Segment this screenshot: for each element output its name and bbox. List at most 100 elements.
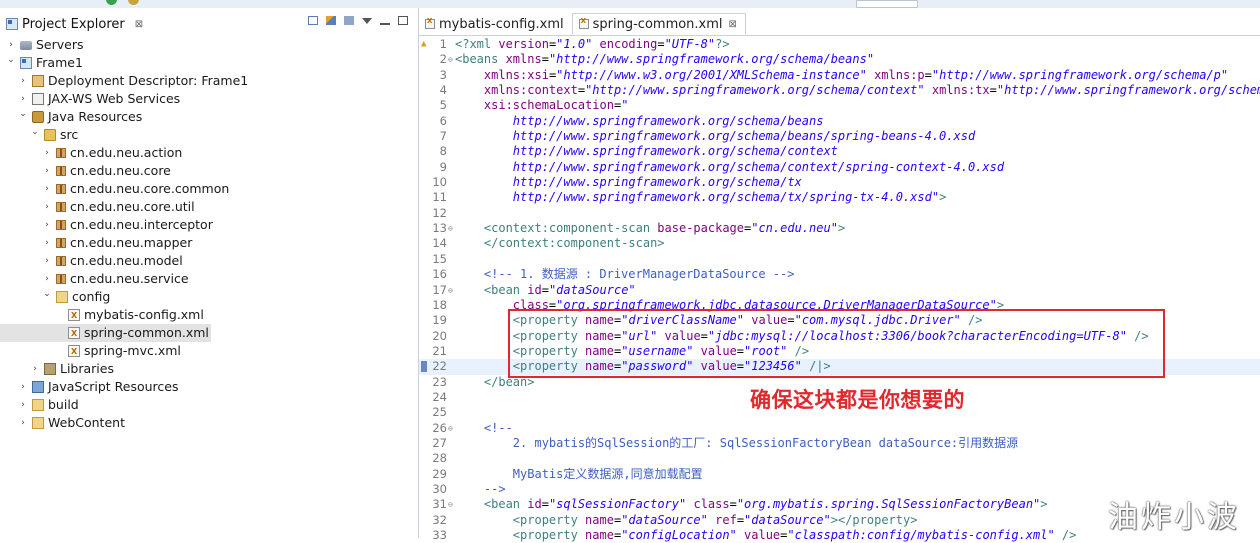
collapsed-twisty-icon[interactable]: › (42, 198, 52, 216)
expanded-twisty-icon[interactable]: ⌄ (18, 105, 28, 123)
tree-item[interactable]: › WebContent (0, 414, 418, 432)
view-menu-icon[interactable] (362, 18, 372, 24)
link-with-editor-icon[interactable] (326, 16, 336, 25)
expanded-twisty-icon[interactable]: ⌄ (6, 51, 16, 69)
expanded-twisty-icon[interactable]: ⌄ (30, 123, 40, 141)
tree-item-label: spring-common.xml (84, 325, 209, 340)
tree-item[interactable]: › JavaScript Resources (0, 378, 418, 396)
tree-item-label: src (60, 127, 79, 142)
tree-item[interactable]: spring-mvc.xml (0, 342, 418, 361)
code-line[interactable]: 1 ▲ <?xml version="1.0" encoding="UTF-8"?> (419, 37, 1260, 52)
tree-item[interactable]: › cn.edu.neu.mapper (0, 234, 418, 252)
minimize-icon[interactable] (380, 16, 390, 25)
tree-item[interactable]: › cn.edu.neu.core (0, 162, 418, 180)
tree-item-label: spring-mvc.xml (84, 343, 181, 358)
code-line[interactable]: 4 xmlns:context="http://www.springframew… (419, 83, 1260, 98)
code-line[interactable]: 12 (419, 206, 1260, 221)
editor-tab[interactable]: spring-common.xml ⊠ (571, 13, 746, 35)
tree-item[interactable]: ⌄ Java Resources (0, 108, 418, 126)
code-line[interactable]: 29 MyBatis定义数据源,同意加载配置 (419, 467, 1260, 482)
code-line[interactable]: 26 ⊖ <!-- (419, 421, 1260, 436)
tree-item[interactable]: › cn.edu.neu.interceptor (0, 216, 418, 234)
tree-item[interactable]: › Servers (0, 36, 418, 54)
tree-item[interactable]: spring-common.xml (0, 324, 211, 343)
tree-item[interactable]: ⌄ Frame1 (0, 54, 418, 72)
view-toolbar (308, 16, 408, 25)
code-line[interactable]: 15 (419, 252, 1260, 267)
tree-item[interactable]: › Deployment Descriptor: Frame1 (0, 72, 418, 90)
collapsed-twisty-icon[interactable]: › (42, 144, 52, 162)
package-icon (56, 166, 66, 176)
collapsed-twisty-icon[interactable]: › (42, 234, 52, 252)
code-line[interactable]: 11 http://www.springframework.org/schema… (419, 190, 1260, 205)
token-text: = (729, 497, 737, 512)
tree-item[interactable]: › cn.edu.neu.action (0, 144, 418, 162)
tree-item[interactable]: › Libraries (0, 360, 418, 378)
code-line[interactable]: 14 </context:component-scan> (419, 236, 1260, 251)
project-explorer-tab[interactable]: Project Explorer ⊠ (0, 13, 149, 35)
collapsed-twisty-icon[interactable]: › (30, 360, 40, 378)
tree-item[interactable]: ⌄ src (0, 126, 418, 144)
code-line[interactable]: 27 2. mybatis的SqlSession的工厂: SqlSessionF… (419, 436, 1260, 451)
filter-icon[interactable] (344, 16, 354, 25)
close-tab-icon[interactable]: ⊠ (729, 19, 737, 30)
collapse-all-icon[interactable] (308, 16, 318, 25)
code-area[interactable]: 1 ▲ <?xml version="1.0" encoding="UTF-8"?>… (419, 37, 1260, 543)
collapsed-twisty-icon[interactable]: › (18, 378, 28, 396)
tree-item[interactable]: › build (0, 396, 418, 414)
package-icon (56, 220, 66, 230)
code-text: http://www.springframework.org/schema/be… (455, 113, 824, 129)
collapsed-twisty-icon[interactable]: › (18, 396, 28, 414)
close-view-icon[interactable]: ⊠ (135, 19, 143, 30)
token-val: http://www.springframework.org/schema/co… (512, 144, 838, 159)
javascript-resources-icon (32, 381, 44, 393)
quick-access-field[interactable] (856, 0, 918, 8)
code-line[interactable]: 8 http://www.springframework.org/schema/… (419, 144, 1260, 159)
code-line[interactable]: 16 <!-- 1. 数据源 : DriverManagerDataSource… (419, 267, 1260, 282)
tree-item[interactable]: › JAX-WS Web Services (0, 90, 418, 108)
collapsed-twisty-icon[interactable]: › (42, 216, 52, 234)
token-val: http://www.springframework.org/schema/be… (512, 113, 824, 128)
tree-item[interactable]: › cn.edu.neu.core.common (0, 180, 418, 198)
line-number: 20 (432, 328, 447, 343)
line-number: 29 (432, 466, 447, 481)
folder-icon (32, 417, 44, 429)
token-tag: /> (1061, 528, 1077, 542)
collapsed-twisty-icon[interactable]: › (42, 162, 52, 180)
tree-item[interactable]: › cn.edu.neu.model (0, 252, 418, 270)
code-line[interactable]: 28 (419, 451, 1260, 466)
tree-item[interactable]: ⌄ config (0, 288, 418, 306)
collapsed-twisty-icon[interactable]: › (18, 414, 28, 432)
collapsed-twisty-icon[interactable]: › (42, 180, 52, 198)
token-val: "classpath:config/mybatis-config.xml" (787, 528, 1055, 542)
toolbar-icon[interactable] (128, 0, 139, 5)
tree-item-label: JAX-WS Web Services (48, 91, 181, 106)
token-cmt: MyBatis定义数据源,同意加载配置 (512, 466, 703, 481)
code-line[interactable]: 7 http://www.springframework.org/schema/… (419, 129, 1260, 144)
code-line[interactable]: 13 ⊖ <context:component-scan base-package… (419, 221, 1260, 236)
expanded-twisty-icon[interactable]: ⌄ (42, 285, 52, 303)
code-line[interactable]: 17 ⊖ <bean id="dataSource" (419, 283, 1260, 298)
token-attr: xmlns:tx (931, 83, 990, 98)
code-line[interactable]: 9 http://www.springframework.org/schema/… (419, 160, 1260, 175)
xml-file-icon (68, 343, 80, 361)
warning-icon[interactable]: ▲ (421, 37, 426, 52)
collapsed-twisty-icon[interactable]: › (18, 72, 28, 90)
tree-item[interactable]: › cn.edu.neu.core.util (0, 198, 418, 216)
code-line[interactable]: 3 xmlns:xsi = "http://www.w3.org/2001/XMLS… (419, 68, 1260, 83)
editor-tab[interactable]: mybatis-config.xml (419, 13, 572, 35)
code-line[interactable]: 5 xsi:schemaLocation=" (419, 98, 1260, 113)
token-attr: base-package (657, 221, 744, 236)
code-line[interactable]: 2 ⊖ <beans xmlns="http://www.springframewo… (419, 52, 1260, 67)
token-attr: xmlns:p (874, 67, 925, 82)
tree-item-label: cn.edu.neu.model (70, 253, 183, 268)
maximize-icon[interactable] (398, 16, 408, 25)
code-line[interactable]: 10 http://www.springframework.org/schema… (419, 175, 1260, 190)
code-line[interactable]: 6 http://www.springframework.org/schema/… (419, 114, 1260, 129)
collapsed-twisty-icon[interactable]: › (42, 252, 52, 270)
run-icon[interactable] (106, 0, 117, 5)
tree-item[interactable]: › cn.edu.neu.service (0, 270, 418, 288)
tree-item[interactable]: mybatis-config.xml (0, 306, 418, 325)
token-attr: value (744, 528, 781, 542)
